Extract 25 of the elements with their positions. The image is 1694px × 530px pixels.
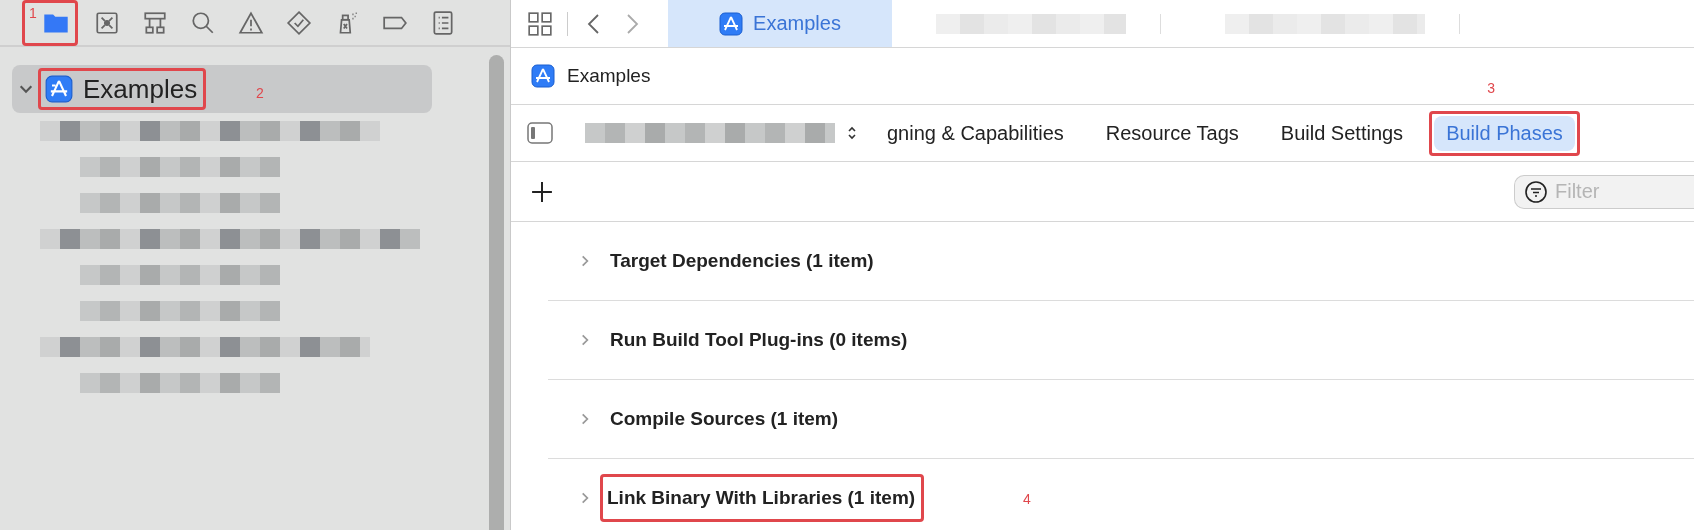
settings-tab[interactable]: Build Settings xyxy=(1268,115,1416,151)
filter-icon xyxy=(1524,179,1548,204)
app-icon xyxy=(531,64,555,88)
settings-tab[interactable]: gning & Capabilities xyxy=(875,115,1076,151)
sidebar-toggle-icon[interactable] xyxy=(527,121,553,145)
annotation-number: 2 xyxy=(256,85,264,101)
settings-tab[interactable]: Resource Tags xyxy=(1093,115,1251,151)
add-icon[interactable] xyxy=(531,180,553,203)
stepper-icon[interactable] xyxy=(847,125,857,141)
phase-title[interactable]: Compile Sources (1 item) xyxy=(610,408,839,430)
app-icon xyxy=(719,11,744,36)
project-row[interactable]: Examples 2 xyxy=(12,65,432,113)
project-name: Examples xyxy=(83,73,198,105)
phase-title[interactable]: Target Dependencies (1 item) xyxy=(610,250,874,272)
grid-icon[interactable] xyxy=(527,10,553,37)
editor-tab[interactable]: Examples xyxy=(668,0,892,47)
breadcrumb[interactable]: Examples xyxy=(567,65,651,87)
app-icon xyxy=(45,75,73,103)
annotation-number: 3 xyxy=(1487,79,1495,96)
annotation-number: 1 xyxy=(29,4,37,21)
phase-title[interactable]: Run Build Tool Plug-ins (0 items) xyxy=(610,329,908,351)
phase-title[interactable]: Link Binary With Libraries (1 item) xyxy=(607,487,916,509)
filter-field[interactable]: Filter xyxy=(1514,174,1694,209)
annotation-number: 4 xyxy=(1023,491,1031,507)
settings-tab[interactable]: Build Phases xyxy=(1434,115,1575,151)
